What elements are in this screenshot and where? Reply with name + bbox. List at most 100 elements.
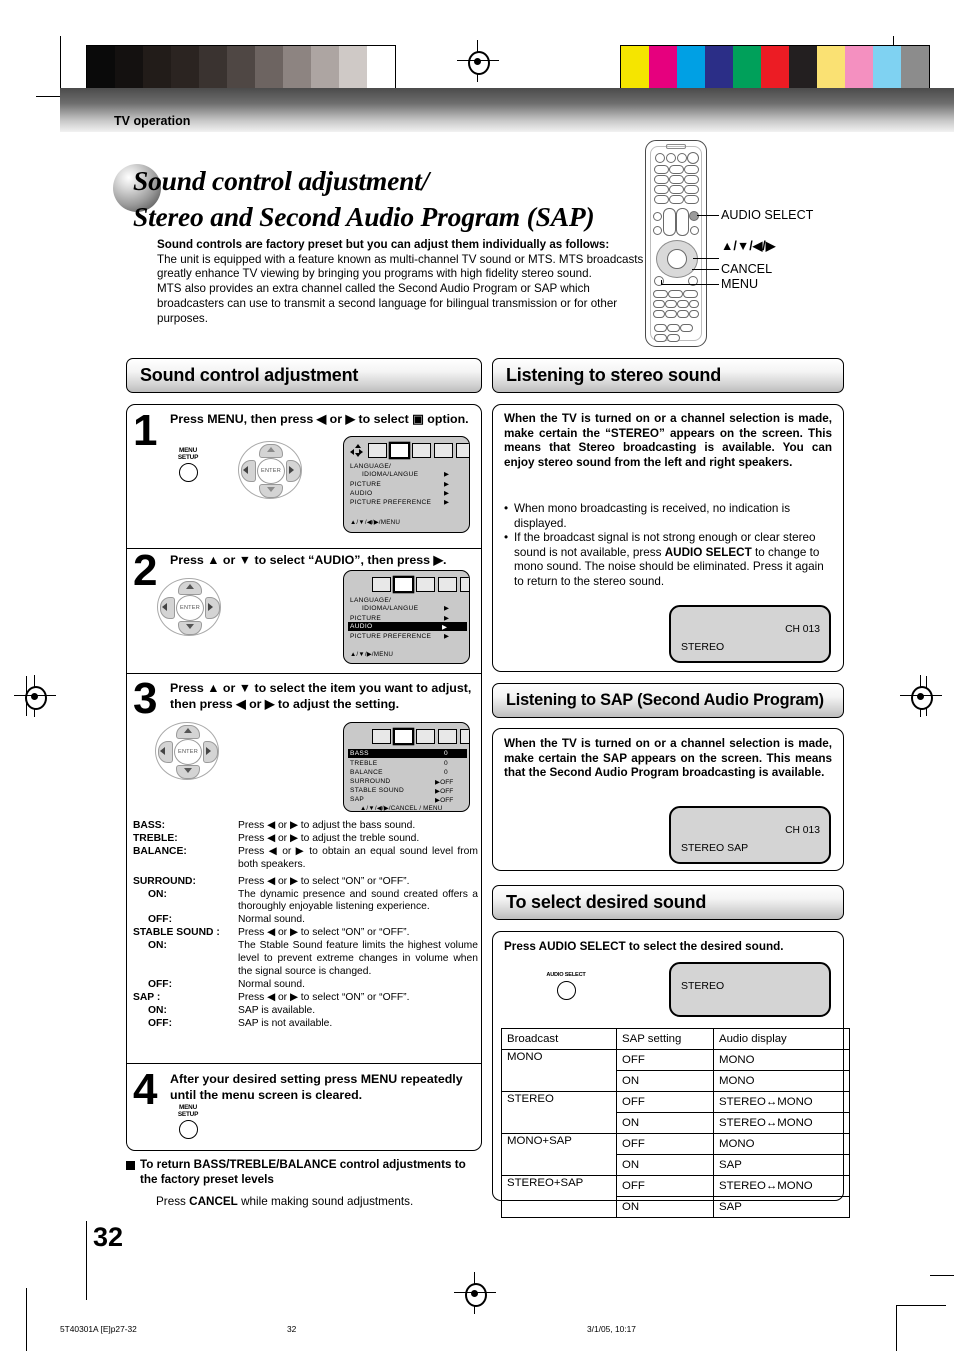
step-2-osd-item-language: LANGUAGE/: [350, 597, 392, 604]
osd-caption-icon[interactable]: [460, 577, 469, 592]
stereo-bullet-list: • When mono broadcasting is received, no…: [504, 502, 834, 590]
color-patch-0: [621, 46, 649, 88]
table-header-sap-setting: SAP setting: [616, 1028, 714, 1050]
table-cell-display: STEREO↔MONO: [713, 1175, 850, 1197]
remote-bottom-row-e: [667, 334, 680, 342]
definition-row: ON: The dynamic presence and sound create…: [133, 889, 478, 915]
footnote-body-post: while making sound adjustments.: [237, 1195, 414, 1208]
definition-description: Normal sound.: [238, 978, 305, 990]
definition-description: The Stable Sound feature limits the high…: [238, 940, 478, 977]
remote-keypad-row4-left: [654, 195, 669, 204]
definition-row: OFF: Normal sound.: [133, 914, 478, 927]
definition-row: ON: The Stable Sound feature limits the h…: [133, 940, 478, 979]
bullet-dot-icon: •: [504, 502, 509, 515]
definition-description: Press ◀ or ▶ to adjust the treble sound.: [238, 832, 420, 844]
osd-language-icon[interactable]: [372, 577, 391, 592]
audio-select-button-ring: [557, 981, 576, 1000]
step-1-navpad: ENTER: [238, 441, 302, 499]
callout-line-dpad: [693, 258, 719, 260]
table-cell-sap: ON: [616, 1070, 714, 1092]
gray-patch-0: [87, 46, 115, 88]
callout-arrow-keys: ▲/▼/◀/▶: [721, 239, 776, 253]
color-patch-6: [789, 46, 817, 88]
select-screen-status: STEREO: [681, 980, 725, 992]
list-item: • If the broadcast signal is not strong …: [504, 531, 834, 589]
table-row: STEREO+SAP OFF STEREO↔MONO: [501, 1175, 850, 1218]
step-2-osd-item-idioma: IDIOMA/LANGUE: [362, 605, 419, 612]
remote-button-left-lower: [653, 226, 662, 235]
step-2-osd-item-picture: PICTURE: [350, 615, 382, 622]
osd-audio-icon[interactable]: [394, 577, 413, 592]
remote-channel-rocker: [676, 208, 689, 236]
remote-lower-row3-c: [677, 310, 689, 318]
osd-picture-icon[interactable]: [416, 577, 435, 592]
step-3-osd-row-bass[interactable]: BASS 0: [348, 749, 467, 758]
step-2-navpad-right-arrow-icon: [208, 603, 213, 611]
gray-patch-9: [339, 46, 367, 88]
section-header-sound-control: Sound control adjustment: [126, 358, 482, 393]
table-cell-sap: OFF: [616, 1175, 714, 1197]
step-3-navpad: ENTER: [155, 722, 219, 780]
print-footer-left: 5T40301A [E]p27-32: [60, 1324, 137, 1334]
stereo-screen-status: STEREO: [681, 641, 725, 653]
table-cell-display: SAP: [713, 1196, 850, 1218]
step-2-osd-icon-row: [372, 577, 469, 592]
step-3-navpad-right-arrow-icon: [206, 747, 211, 755]
table-row: STEREO OFF STEREO↔MONO: [501, 1091, 850, 1134]
osd-picture-icon[interactable]: [416, 729, 435, 744]
gray-patch-7: [283, 46, 311, 88]
osd-audio-icon[interactable]: [394, 729, 413, 744]
navigation-cursor-icon: [350, 444, 363, 457]
osd-lock-icon[interactable]: [438, 577, 457, 592]
bullet-dot-icon: •: [504, 531, 509, 545]
page-number-rule: [86, 1221, 88, 1300]
section-header-select: To select desired sound: [492, 885, 844, 920]
callout-line-cancel: [692, 269, 719, 271]
remote-keypad-row3-mid: [669, 185, 684, 194]
step-2-osd-highlight-label: AUDIO: [350, 623, 373, 630]
step-3-navpad-up-arrow-icon: [184, 728, 192, 733]
osd-caption-icon[interactable]: [460, 729, 469, 744]
step-3-number: 3: [133, 674, 158, 723]
section-header-sap: Listening to SAP (Second Audio Program): [492, 683, 844, 718]
remote-lower-row1-a: [653, 290, 668, 298]
stereo-bullet-2: If the broadcast signal is not strong en…: [514, 531, 834, 589]
gray-patch-5: [227, 46, 255, 88]
step-1-osd-item-picture-preference: PICTURE PREFERENCE: [350, 499, 432, 506]
osd-language-icon[interactable]: [372, 729, 391, 744]
remote-volume-rocker: [663, 208, 676, 236]
step-2-navpad-up-arrow-icon: [186, 584, 194, 589]
definition-row: SAP : Press ◀ or ▶ to select “ON” or “OFF…: [133, 992, 478, 1005]
gray-patch-8: [311, 46, 339, 88]
audio-select-button-illustration[interactable]: AUDIO SELECT: [540, 972, 592, 1002]
step-4-menu-setup-label: MENU SETUP: [177, 1104, 199, 1118]
osd-language-icon[interactable]: [368, 443, 387, 458]
definition-description: Press ◀ or ▶ to obtain an equal sound le…: [238, 845, 478, 870]
stereo-body-text: When the TV is turned on or a channel se…: [504, 412, 832, 469]
osd-picture-icon[interactable]: [412, 443, 431, 458]
osd-lock-icon[interactable]: [438, 729, 457, 744]
osd-audio-icon[interactable]: [390, 443, 409, 458]
osd-caption-icon[interactable]: [456, 443, 469, 458]
step-3-osd-row-surround-value: ▶OFF: [435, 779, 454, 786]
osd-lock-icon[interactable]: [434, 443, 453, 458]
definition-term: OFF:: [148, 978, 173, 990]
definition-description: The dynamic presence and sound created o…: [238, 888, 478, 913]
table-cell-sap: ON: [616, 1112, 714, 1134]
callout-menu: MENU: [721, 277, 759, 291]
color-patch-3: [705, 46, 733, 88]
footnote-heading: To return BASS/TREBLE/BALANCE control ad…: [140, 1158, 466, 1186]
step-4-menu-setup-ring: [179, 1120, 198, 1139]
remote-keypad-row2-mid: [669, 175, 684, 184]
step-1-navpad-left-arrow-icon: [243, 466, 248, 474]
definition-description: SAP is not available.: [238, 1017, 333, 1029]
select-tv-screen-mock: STEREO: [669, 962, 831, 1017]
step-3-osd-row-stable-label: STABLE SOUND: [350, 787, 405, 794]
step-2-osd-highlight-audio[interactable]: AUDIO ▶: [348, 622, 467, 631]
step-1-menu-setup-button: MENU SETUP: [171, 447, 205, 482]
step-2-osd-arrow-2: ▶: [444, 615, 450, 622]
step-1-osd-screen: LANGUAGE/ IDIOMA/LANGUE PICTURE AUDIO PI…: [343, 436, 470, 533]
definition-row: OFF: Normal sound.: [133, 979, 478, 992]
registration-target-right: [900, 675, 942, 717]
registration-target-bottom: [454, 1272, 496, 1314]
